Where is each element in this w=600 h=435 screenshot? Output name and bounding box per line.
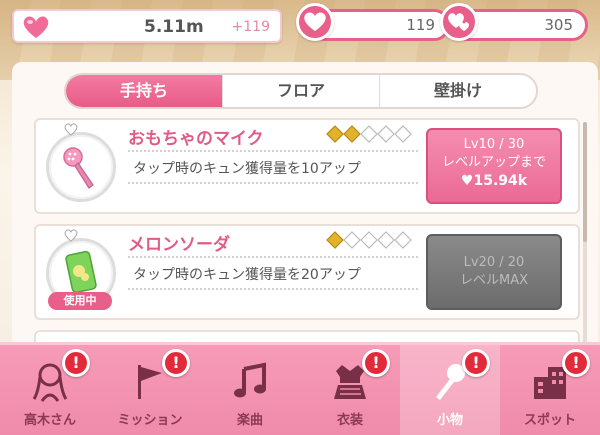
- level-caption: レベルアップまで: [441, 155, 546, 170]
- money-value: 5.11m: [144, 17, 204, 37]
- nav-label: 衣装: [336, 413, 363, 428]
- money-delta: +119: [231, 19, 270, 35]
- rating-diamond-empty: [394, 231, 412, 249]
- level-max-button[interactable]: Lv20 / 20 レベルMAX: [426, 234, 562, 310]
- nav-mission[interactable]: ! ミッション: [100, 345, 200, 435]
- nav-spot[interactable]: ! スポット: [500, 345, 600, 435]
- level-up-button[interactable]: Lv10 / 30 レベルアップまで ♥15.94k: [426, 128, 562, 204]
- item-description: タップ時のキュン獲得量を10アップ: [133, 161, 361, 177]
- heart-count: 119: [406, 16, 435, 34]
- nav-label: 小物: [436, 413, 463, 428]
- level-text: Lv10 / 30: [463, 137, 525, 152]
- scrollbar-thumb[interactable]: [583, 122, 587, 242]
- nav-label: 楽曲: [236, 413, 263, 428]
- kyun-heart-icon: [440, 3, 478, 41]
- divider: [128, 182, 418, 184]
- nav-label: ミッション: [117, 413, 183, 428]
- rating-diamond-filled: [343, 125, 361, 143]
- divider: [128, 288, 418, 290]
- item-description: タップ時のキュン獲得量を20アップ: [133, 267, 361, 283]
- divider: [128, 150, 418, 152]
- bottom-navigation: ! 高木さん ! ミッション 楽曲 ! 衣装 ! 小物 ! スポット: [0, 342, 600, 435]
- category-tabs: 手持ち フロア 壁掛け: [64, 73, 538, 109]
- nav-takagi[interactable]: ! 高木さん: [0, 345, 100, 435]
- level-caption: レベルMAX: [459, 273, 528, 288]
- alert-badge: !: [362, 349, 390, 377]
- items-panel: 手持ち フロア 壁掛け おもちゃのマイク タップ時のキュン獲得量を10アップ L…: [12, 62, 598, 360]
- nav-costume[interactable]: ! 衣装: [300, 345, 400, 435]
- tab-handheld[interactable]: 手持ち: [66, 75, 222, 107]
- nav-songs[interactable]: 楽曲: [200, 345, 300, 435]
- rating-diamond-empty: [360, 231, 378, 249]
- heart-pin-icon: [64, 123, 78, 136]
- nav-label: 高木さん: [23, 413, 76, 428]
- list-item[interactable]: 使用中 メロンソーダ タップ時のキュン獲得量を20アップ Lv20 / 20 レ…: [34, 224, 580, 320]
- rating-diamond-empty: [343, 231, 361, 249]
- item-thumbnail: [46, 132, 116, 202]
- heart-icon: [22, 15, 50, 40]
- level-up-cost: ♥15.94k: [460, 173, 528, 189]
- level-text: Lv20 / 20: [463, 255, 525, 270]
- nav-accessories[interactable]: ! 小物: [400, 345, 500, 435]
- tab-wall[interactable]: 壁掛け: [379, 75, 536, 107]
- nav-label: スポット: [523, 413, 576, 428]
- in-use-badge: 使用中: [48, 292, 112, 310]
- item-name: おもちゃのマイク: [128, 129, 264, 149]
- top-status-bar: 5.11m +119 119 305: [0, 0, 600, 50]
- scrollbar[interactable]: [583, 122, 587, 352]
- alert-badge: !: [462, 349, 490, 377]
- alert-badge: !: [62, 349, 90, 377]
- rating-diamond-filled: [326, 125, 344, 143]
- rating-diamonds: [326, 231, 412, 249]
- heart-badge-icon: [296, 3, 334, 41]
- music-note-icon: [234, 362, 266, 398]
- money-counter: 5.11m +119: [12, 9, 282, 43]
- alert-badge: !: [562, 349, 590, 377]
- alert-badge: !: [162, 349, 190, 377]
- heart-pin-icon: [64, 229, 78, 242]
- rating-diamond-empty: [360, 125, 378, 143]
- kyun-count: 305: [544, 16, 573, 34]
- divider: [128, 256, 418, 258]
- rating-diamond-empty: [394, 125, 412, 143]
- rating-diamonds: [326, 125, 412, 143]
- tab-floor[interactable]: フロア: [222, 75, 379, 107]
- rating-diamond-empty: [377, 125, 395, 143]
- list-item[interactable]: おもちゃのマイク タップ時のキュン獲得量を10アップ Lv10 / 30 レベル…: [34, 118, 580, 214]
- item-name: メロンソーダ: [128, 235, 230, 255]
- toy-microphone-icon: [63, 147, 94, 189]
- rating-diamond-empty: [377, 231, 395, 249]
- rating-diamond-filled: [326, 231, 344, 249]
